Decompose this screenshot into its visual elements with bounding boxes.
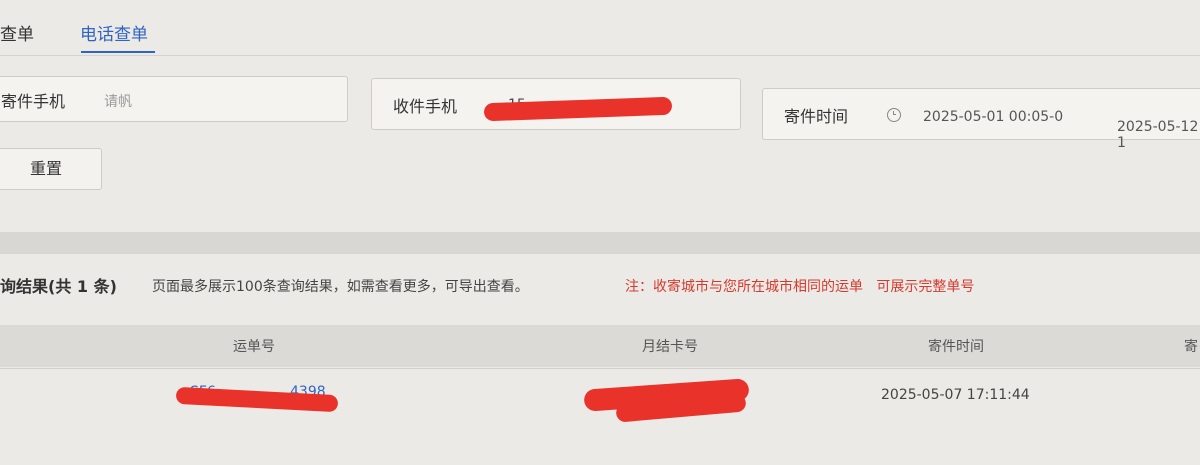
sender-phone-field[interactable]: 寄件手机 请帆 [0, 76, 348, 122]
table-header [0, 325, 1200, 367]
sender-phone-input[interactable]: 请帆 [104, 91, 132, 111]
send-time-field[interactable]: 寄件时间 2025-05-01 00:05-0 2025-05-12 1 [762, 88, 1200, 151]
column-send-time: 寄件时间 [928, 339, 984, 355]
send-time-value: 2025-05-07 17:11:44 [881, 387, 1030, 403]
send-time-label: 寄件时间 [784, 107, 849, 126]
column-waybill: 运单号 [233, 339, 275, 355]
receiver-phone-label: 收件手机 [393, 97, 458, 116]
tab-phone-query[interactable]: 电话查单 [80, 20, 148, 45]
results-title: 询结果(共 1 条) [0, 277, 117, 296]
sender-phone-label: 寄件手机 [1, 92, 66, 111]
active-tab-indicator [81, 51, 155, 53]
results-description: 页面最多展示100条查询结果，如需查看更多，可导出查看。 [152, 279, 529, 295]
tab-order-query[interactable]: 查单 [0, 20, 34, 45]
send-time-start[interactable]: 2025-05-01 00:05-0 [923, 109, 1063, 125]
clock-icon [887, 108, 901, 122]
column-next: 寄 [1184, 339, 1198, 355]
tabs-divider [0, 55, 1200, 56]
section-divider [0, 232, 1200, 254]
reset-button[interactable]: 重置 [0, 148, 102, 190]
table-divider [0, 368, 1200, 369]
column-account: 月结卡号 [642, 339, 698, 355]
results-note: 注：收寄城市与您所在城市相同的运单 可展示完整单号 [625, 279, 975, 295]
send-time-end[interactable]: 2025-05-12 1 [1117, 119, 1200, 151]
